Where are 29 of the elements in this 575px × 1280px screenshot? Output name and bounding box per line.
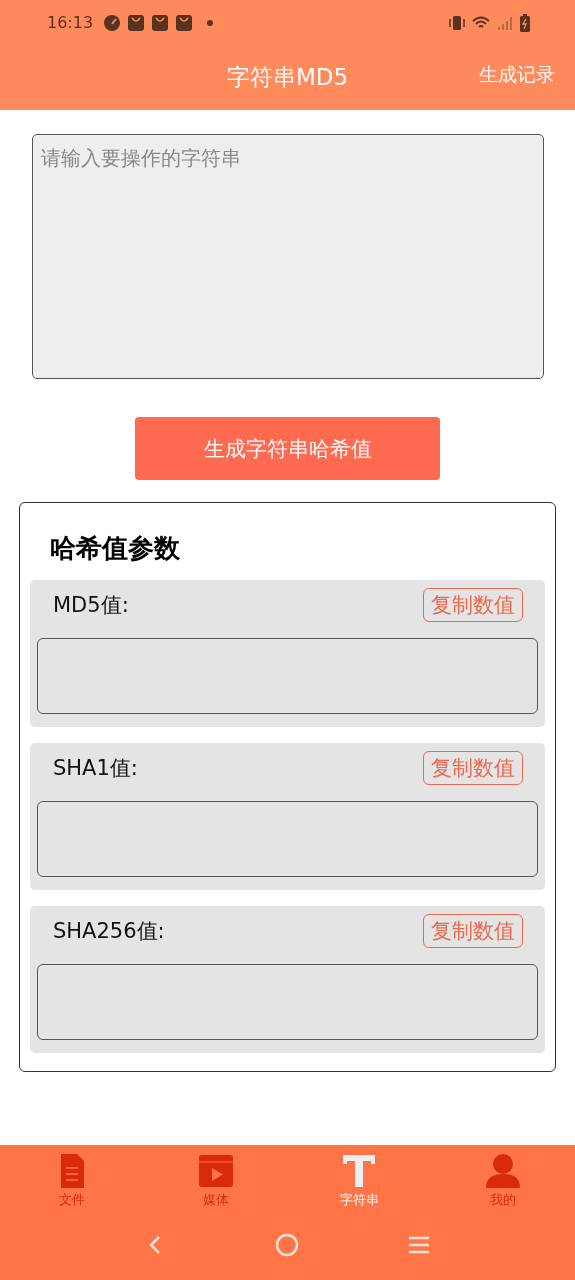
battery-icon [520, 13, 530, 32]
text-tab[interactable]: 字符串 [287, 1145, 432, 1215]
file-tab[interactable]: 文件 [0, 1145, 144, 1215]
hash-output-field[interactable] [37, 801, 538, 877]
card-title: 哈希值参数 [49, 532, 181, 565]
status-time: 16:13 [47, 13, 94, 32]
hash-output-field[interactable] [37, 964, 538, 1040]
bag-icon [175, 13, 194, 32]
hash-label: SHA1值: [53, 755, 138, 782]
dot-icon [207, 19, 214, 26]
person-icon [485, 1153, 522, 1189]
media-tab[interactable]: 媒体 [143, 1145, 288, 1215]
video-icon [197, 1153, 234, 1189]
copy-button[interactable]: 复制数值 [423, 914, 523, 948]
history-button[interactable]: 生成记录 [479, 62, 555, 88]
user-tab[interactable]: 我的 [431, 1145, 575, 1215]
hash-label: MD5值: [53, 592, 129, 619]
gauge-icon [103, 13, 122, 32]
vibrate-icon [448, 13, 466, 32]
hash-label: SHA256值: [53, 918, 165, 945]
hash-output-field[interactable] [37, 638, 538, 714]
copy-button[interactable]: 复制数值 [423, 588, 523, 622]
bag-icon [127, 13, 146, 32]
bag-icon [151, 13, 170, 32]
page-title: 字符串MD5 [226, 63, 349, 92]
generate-button[interactable]: 生成字符串哈希值 [135, 417, 440, 480]
letter-t-icon [341, 1153, 378, 1189]
copy-button[interactable]: 复制数值 [423, 751, 523, 785]
input-field[interactable]: 请输入要操作的字符串 [31, 134, 544, 379]
